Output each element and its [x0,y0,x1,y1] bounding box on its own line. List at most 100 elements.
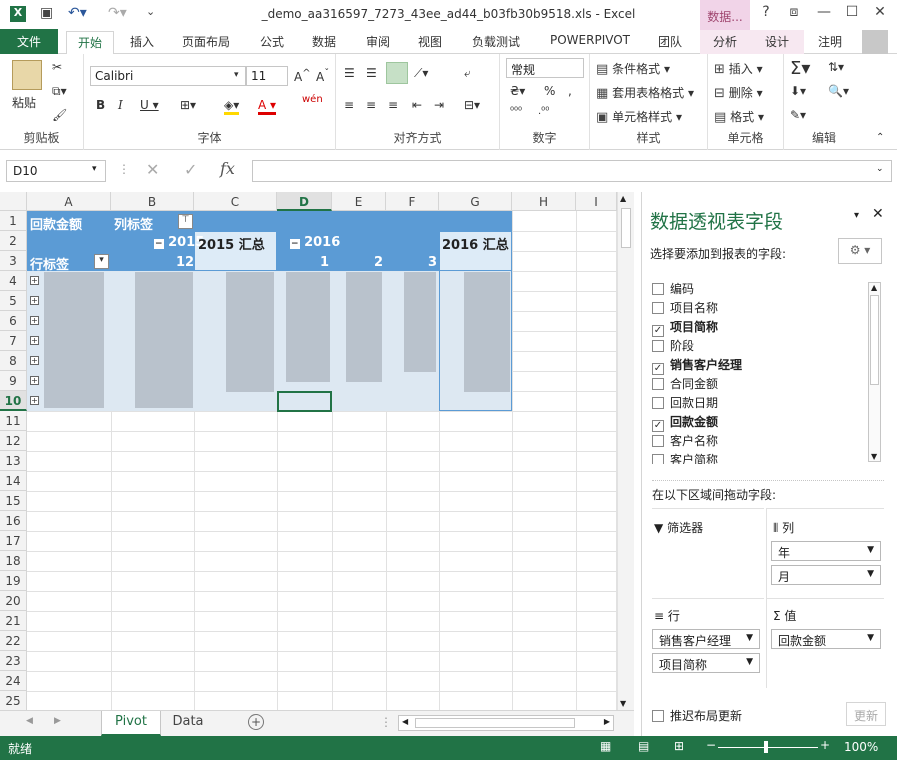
expand-icon[interactable]: + [30,336,39,345]
increase-font-icon[interactable]: A^ [294,68,311,84]
bold-button[interactable]: B [96,98,105,112]
vertical-scrollbar[interactable]: ▲ ▼ [617,192,634,710]
columns-area[interactable]: ⦀ 列 年 ▼ 月 ▼ [766,508,884,598]
align-center-icon[interactable]: ≡ [366,98,376,112]
format-as-table-button[interactable]: ▦ 套用表格格式 ▾ [596,84,694,101]
collapse-icon[interactable]: − [290,239,300,249]
values-area[interactable]: Σ 值 回款金额 ▼ [766,598,884,688]
cell-styles-button[interactable]: ▣ 单元格样式 ▾ [596,108,682,125]
format-painter-icon[interactable]: 🖌 [52,108,67,122]
scroll-right-icon[interactable]: ▶ [604,717,610,726]
wrap-text-icon[interactable]: ⤶ [464,66,471,81]
merge-center-icon[interactable]: ⊟▾ [464,98,480,112]
tab-data[interactable]: 数据 [308,33,340,53]
format-cells-button[interactable]: ▤ 格式 ▾ [714,108,764,125]
find-select-icon[interactable]: 🔍▾ [828,84,849,98]
field-item[interactable]: 合同金额 [652,375,718,392]
next-sheet-icon[interactable]: ▶ [54,716,61,726]
paste-icon[interactable] [12,60,42,90]
tab-team[interactable]: 团队 [654,33,686,53]
tab-split-icon[interactable]: ⋮ [380,715,392,729]
pivot-year-2015[interactable]: − 2015 [154,235,204,250]
field-item[interactable]: 客户名称 [652,432,718,449]
row-header[interactable]: 12 [0,431,27,451]
user-name[interactable]: 注明 [814,33,846,53]
zoom-in-icon[interactable]: + [820,738,830,752]
zoom-out-icon[interactable]: − [706,738,716,752]
row-header[interactable]: 23 [0,651,27,671]
field-item[interactable]: ✓ 销售客户经理 [652,356,742,375]
minimize-button[interactable]: — [812,4,836,20]
scroll-left-icon[interactable]: ◀ [402,717,408,726]
fill-color-icon[interactable]: ◈▾ [224,98,240,115]
maximize-button[interactable]: ☐ [840,4,864,20]
phonetic-icon[interactable]: wén [302,94,323,105]
column-header-a[interactable]: A [27,192,111,211]
tab-page-layout[interactable]: 页面布局 [178,33,234,53]
update-button[interactable]: 更新 [846,702,886,726]
copy-icon[interactable]: ⧉▾ [52,84,67,99]
align-middle-icon[interactable]: ☰ [366,66,377,80]
scroll-up-icon[interactable]: ▲ [871,283,877,292]
conditional-format-button[interactable]: ▤ 条件格式 ▾ [596,60,670,77]
font-name-select[interactable]: Calibri [90,66,246,86]
ribbon-display-icon[interactable]: ⧈ [782,4,806,20]
expand-icon[interactable]: + [30,296,39,305]
checkbox[interactable] [652,710,664,722]
checkbox[interactable] [652,283,664,295]
increase-indent-icon[interactable]: ⇥ [434,98,444,112]
row-header[interactable]: 19 [0,571,27,591]
fill-icon[interactable]: ⬇▾ [790,84,806,98]
font-color-icon[interactable]: A ▾ [258,98,277,115]
delete-cells-button[interactable]: ⊟ 删除 ▾ [714,84,763,101]
checkbox[interactable] [652,302,664,314]
number-format-select[interactable]: 常规 [506,58,584,78]
column-item-year[interactable]: 年 ▼ [771,541,881,561]
column-header-b[interactable]: B [111,192,194,211]
gear-icon[interactable]: ⚙ ▾ [838,238,882,264]
field-item[interactable]: 阶段 [652,337,694,354]
formula-input[interactable] [252,160,892,182]
row-header[interactable]: 2 [0,231,27,251]
row-header[interactable]: 18 [0,551,27,571]
increase-decimal-icon[interactable]: ⁰⁰⁰ [510,106,522,117]
scroll-thumb[interactable] [621,208,631,248]
column-header-f[interactable]: F [386,192,439,211]
checkbox[interactable] [652,378,664,390]
row-item-sales-manager[interactable]: 销售客户经理 ▼ [652,629,760,649]
expand-icon[interactable]: + [30,376,39,385]
prev-sheet-icon[interactable]: ◀ [26,716,33,726]
row-header[interactable]: 9 [0,371,27,391]
decrease-font-icon[interactable]: Aˇ [316,68,329,84]
enter-icon[interactable]: ✓ [184,160,197,179]
defer-update-checkbox[interactable]: 推迟布局更新 [652,707,742,724]
expand-icon[interactable]: + [30,356,39,365]
row-header[interactable]: 16 [0,511,27,531]
tab-home[interactable]: 开始 [66,31,114,55]
expand-icon[interactable]: + [30,396,39,405]
close-pane-icon[interactable]: ✕ [872,206,884,222]
row-header[interactable]: 15 [0,491,27,511]
row-header[interactable]: 13 [0,451,27,471]
row-header[interactable]: 7 [0,331,27,351]
page-break-view-icon[interactable]: ⊞ [674,739,684,753]
accounting-format-icon[interactable]: ₴▾ [510,84,525,98]
field-item[interactable]: 回款日期 [652,394,718,411]
expand-icon[interactable]: + [30,316,39,325]
row-header[interactable]: 25 [0,691,27,711]
percent-button[interactable]: % [544,84,555,98]
tab-formulas[interactable]: 公式 [256,33,288,53]
normal-view-icon[interactable]: ▦ [600,739,611,753]
row-header[interactable]: 21 [0,611,27,631]
field-list-scrollbar[interactable]: ▲ ▼ [868,282,881,462]
row-header[interactable]: 11 [0,411,27,431]
italic-button[interactable]: I [118,98,123,112]
row-header[interactable]: 8 [0,351,27,371]
row-header[interactable]: 5 [0,291,27,311]
row-header[interactable]: 10 [0,391,27,411]
expand-icon[interactable]: + [30,276,39,285]
sheet-tab-data[interactable]: Data [161,711,215,736]
checkbox[interactable] [652,454,664,464]
align-bottom-icon[interactable] [386,62,408,84]
tab-file[interactable]: 文件 [0,29,58,54]
